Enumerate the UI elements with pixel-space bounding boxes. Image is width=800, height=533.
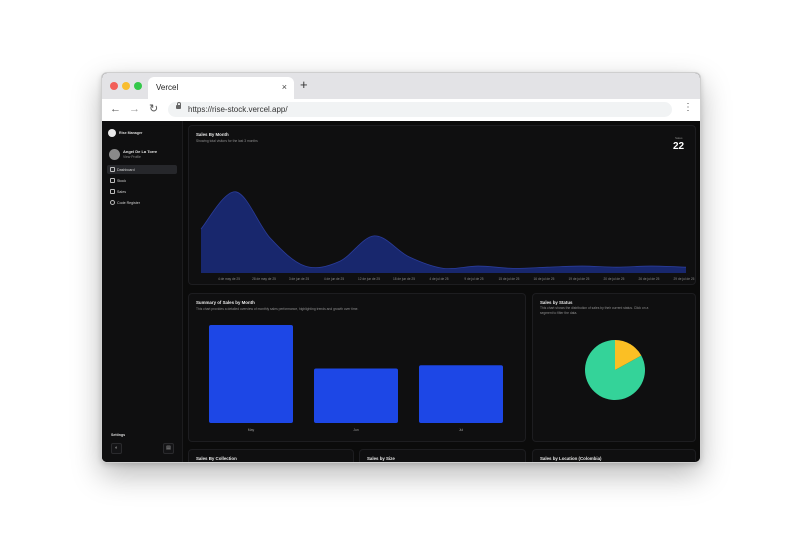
new-tab-button[interactable]: + xyxy=(300,78,308,92)
x-tick-label: Jun xyxy=(353,428,359,432)
user-name[interactable]: Angel De La Torre xyxy=(123,149,157,154)
back-arrow-icon[interactable]: ← xyxy=(110,103,121,115)
summary-bar-chart[interactable]: May Jun Jul xyxy=(189,294,525,441)
card-title: Sales by Size xyxy=(367,456,395,461)
maximize-window-button[interactable] xyxy=(134,82,142,90)
sales-by-status-card: Sales by Status This chart shows the dis… xyxy=(532,293,696,442)
address-bar: ← → ↻ https://rise-stock.vercel.app/ ⋮ xyxy=(102,99,700,122)
x-tick-label: 4 de jul de 25 xyxy=(429,277,448,281)
sidebar-item-code-register[interactable]: Code Register xyxy=(107,198,177,207)
x-tick-label: 9 de jul de 25 xyxy=(464,277,483,281)
x-tick-label: 29 de jul de 25 xyxy=(674,277,695,281)
sales-area xyxy=(201,191,686,273)
avatar[interactable] xyxy=(109,149,120,160)
card-title: Sales By Collection xyxy=(196,456,237,461)
card-title: Sales by Location (Colombia) xyxy=(540,456,602,461)
tab-close-icon[interactable]: × xyxy=(282,82,287,92)
sales-by-size-card: Sales by Size xyxy=(359,449,526,462)
x-tick-label: 4 de may de 25 xyxy=(218,277,240,281)
browser-tab[interactable]: Vercel × xyxy=(148,77,294,99)
sidebar: Rise Manager Angel De La Torre View Prof… xyxy=(102,121,183,462)
bar-jun xyxy=(314,368,398,423)
sidebar-item-label: Dashboard xyxy=(117,167,135,172)
reload-icon[interactable]: ↻ xyxy=(149,103,158,115)
x-tick-label: 3 de jun de 25 xyxy=(289,277,309,281)
sales-by-collection-card: Sales By Collection xyxy=(188,449,354,462)
app-viewport: Rise Manager Angel De La Torre View Prof… xyxy=(102,121,700,462)
brand-name: Rise Manager xyxy=(119,131,143,135)
sales-by-month-card: Sales By Month Showing total visitors fo… xyxy=(188,125,696,285)
browser-window: Vercel × + ← → ↻ https://rise-stock.verc… xyxy=(101,72,701,463)
box-icon xyxy=(110,178,115,183)
sales-by-status-pie-chart[interactable] xyxy=(533,294,695,441)
x-tick-label: May xyxy=(248,428,255,432)
delete-button[interactable]: ▤ xyxy=(163,443,174,454)
sidebar-item-label: Code Register xyxy=(117,200,140,205)
sidebar-item-dashboard[interactable]: Dashboard xyxy=(107,165,177,174)
moon-icon: ◐ xyxy=(114,445,119,451)
brand-logo-icon xyxy=(108,129,116,137)
sidebar-item-stock[interactable]: Stock xyxy=(107,176,177,185)
minimize-window-button[interactable] xyxy=(122,82,130,90)
trash-icon: ▤ xyxy=(166,445,171,451)
search-icon xyxy=(110,200,115,205)
url-field[interactable]: https://rise-stock.vercel.app/ xyxy=(168,102,672,117)
x-tick-label: 20 de jul de 25 xyxy=(604,277,625,281)
tab-bar: Vercel × + xyxy=(102,73,700,99)
bar-may xyxy=(209,325,293,423)
x-tick-label: 26 de jul de 25 xyxy=(639,277,660,281)
x-tick-label: 12 de jun de 25 xyxy=(358,277,380,281)
sidebar-item-sales[interactable]: Sales xyxy=(107,187,177,196)
summary-sales-card: Summary of Sales by Month This chart pro… xyxy=(188,293,526,442)
bar-jul xyxy=(419,365,503,423)
calendar-icon xyxy=(110,189,115,194)
x-tick-label: 4 de jun de 25 xyxy=(324,277,344,281)
browser-menu-icon[interactable]: ⋮ xyxy=(683,102,693,114)
x-tick-label: 15 de jul de 25 xyxy=(499,277,520,281)
forward-arrow-icon[interactable]: → xyxy=(129,103,140,115)
sidebar-item-label: Sales xyxy=(117,189,126,194)
x-tick-label: Jul xyxy=(459,428,464,432)
url-text: https://rise-stock.vercel.app/ xyxy=(188,105,288,114)
x-tick-label: 28 de may de 25 xyxy=(252,277,276,281)
sidebar-item-label: Stock xyxy=(117,178,126,183)
home-icon xyxy=(110,167,115,172)
view-profile-link[interactable]: View Profile xyxy=(123,155,141,159)
settings-title: Settings xyxy=(111,433,126,437)
x-tick-label: 18 de jun de 25 xyxy=(393,277,415,281)
tab-title: Vercel xyxy=(156,83,179,92)
lock-icon xyxy=(176,102,181,109)
x-tick-label: 16 de jul de 25 xyxy=(534,277,555,281)
close-window-button[interactable] xyxy=(110,82,118,90)
sales-by-location-card: Sales by Location (Colombia) xyxy=(532,449,696,462)
theme-toggle-button[interactable]: ◐ xyxy=(111,443,122,454)
sales-by-month-area-chart[interactable]: 4 de may de 25 28 de may de 25 3 de jun de… xyxy=(189,126,695,284)
x-tick-label: 19 de jul de 25 xyxy=(569,277,590,281)
